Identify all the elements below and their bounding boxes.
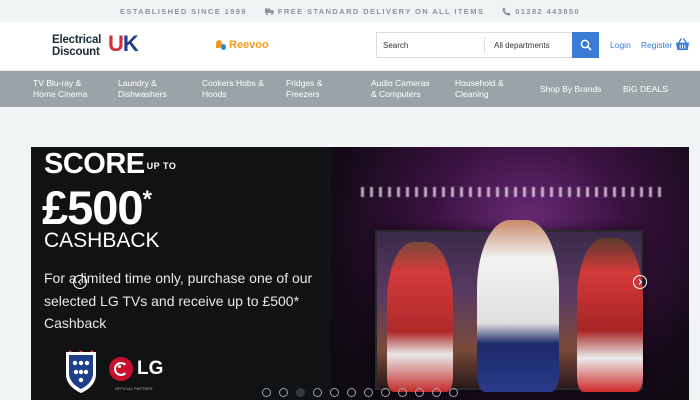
logo-wordmark: Electrical Discount <box>52 34 101 58</box>
carousel-next-button[interactable] <box>633 275 647 289</box>
player-right-image <box>577 238 643 392</box>
phone-number[interactable]: 01282 443850 <box>515 7 580 16</box>
carousel-dot[interactable] <box>313 388 322 397</box>
tv-image <box>375 220 643 392</box>
top-info-bar: ESTABLISHED SINCE 1999 FREE STANDARD DEL… <box>0 0 700 22</box>
stadium-lights <box>361 187 661 197</box>
official-partner-text: OFFICIAL PARTNER <box>115 387 153 391</box>
nav-item-cookers[interactable]: Cookers Hobs & Hoods <box>202 71 286 107</box>
hero-amount: £500* <box>42 181 152 234</box>
chevron-right-icon <box>638 279 643 285</box>
carousel-dot[interactable] <box>432 388 441 397</box>
reevoo-icon <box>216 39 226 51</box>
chevron-left-icon <box>77 279 82 285</box>
hero-image <box>331 147 689 400</box>
nav-item-audio[interactable]: Audio Cameras & Computers <box>371 71 455 107</box>
department-select[interactable]: All departments <box>485 33 572 57</box>
nav-item-brands[interactable]: Shop By Brands <box>540 71 623 107</box>
basket-icon[interactable] <box>675 37 690 52</box>
site-header: Electrical Discount UK Reevoo All depart… <box>0 22 700 71</box>
logo-uk-k: K <box>122 31 139 56</box>
nav-item-big-deals[interactable]: BIG DEALS <box>623 71 683 107</box>
nav-item-household[interactable]: Household & Cleaning <box>455 71 540 107</box>
carousel-dot[interactable] <box>381 388 390 397</box>
nav-item-fridges[interactable]: Fridges & Freezers <box>286 71 371 107</box>
truck-icon <box>264 8 274 15</box>
phone-info[interactable]: 01282 443850 <box>502 7 580 16</box>
carousel-pagination <box>262 388 458 397</box>
logo-line2: Discount <box>52 46 100 58</box>
category-nav: TV Blu-ray & Home Cinema Laundry & Dishwas… <box>0 71 700 107</box>
phone-icon <box>502 6 511 16</box>
reevoo-badge[interactable]: Reevoo <box>216 39 269 51</box>
logo-uk-mark: UK <box>108 31 139 56</box>
account-links: Login Register <box>610 40 672 50</box>
search-input[interactable] <box>377 33 484 57</box>
search-button[interactable] <box>572 32 599 58</box>
carousel-dot[interactable] <box>347 388 356 397</box>
carousel-dot[interactable] <box>415 388 424 397</box>
hero-upto: UP TO <box>146 161 177 171</box>
nav-item-tv[interactable]: TV Blu-ray & Home Cinema <box>33 71 118 107</box>
reevoo-label: Reevoo <box>229 39 269 51</box>
player-left-image <box>387 242 453 392</box>
carousel-dot[interactable] <box>330 388 339 397</box>
logo-uk-u: U <box>108 31 124 56</box>
lg-logo-text: LG <box>137 358 164 379</box>
england-crest-icon <box>66 350 96 393</box>
carousel-dot[interactable] <box>262 388 271 397</box>
carousel-dot[interactable] <box>449 388 458 397</box>
logo-line1: Electrical <box>52 34 102 46</box>
delivery-info: FREE STANDARD DELIVERY ON ALL ITEMS <box>264 6 485 16</box>
login-link[interactable]: Login <box>610 40 631 50</box>
main-content: SCORE UP TO £500* CASHBACK For a limited … <box>0 107 700 400</box>
carousel-dot[interactable] <box>364 388 373 397</box>
site-logo[interactable]: Electrical Discount UK <box>52 32 162 62</box>
established-label: ESTABLISHED SINCE 1999 <box>119 6 247 16</box>
carousel-dot[interactable] <box>398 388 407 397</box>
search-icon <box>580 39 592 51</box>
hero-banner[interactable]: SCORE UP TO £500* CASHBACK For a limited … <box>31 147 689 400</box>
lg-circle-icon <box>109 357 133 381</box>
delivery-label: FREE STANDARD DELIVERY ON ALL ITEMS <box>277 6 485 16</box>
search-bar: All departments <box>376 32 599 58</box>
carousel-prev-button[interactable] <box>73 275 87 289</box>
carousel-dot[interactable] <box>296 388 305 397</box>
register-link[interactable]: Register <box>641 40 673 50</box>
established-text: ESTABLISHED SINCE 1999 <box>120 7 247 16</box>
hero-text-panel: SCORE UP TO £500* CASHBACK For a limited … <box>31 147 331 400</box>
nav-item-laundry[interactable]: Laundry & Dishwashers <box>118 71 202 107</box>
hero-cashback: CASHBACK <box>44 229 160 252</box>
lg-logo: LG <box>109 357 163 381</box>
player-center-image <box>477 220 559 392</box>
carousel-dot[interactable] <box>279 388 288 397</box>
